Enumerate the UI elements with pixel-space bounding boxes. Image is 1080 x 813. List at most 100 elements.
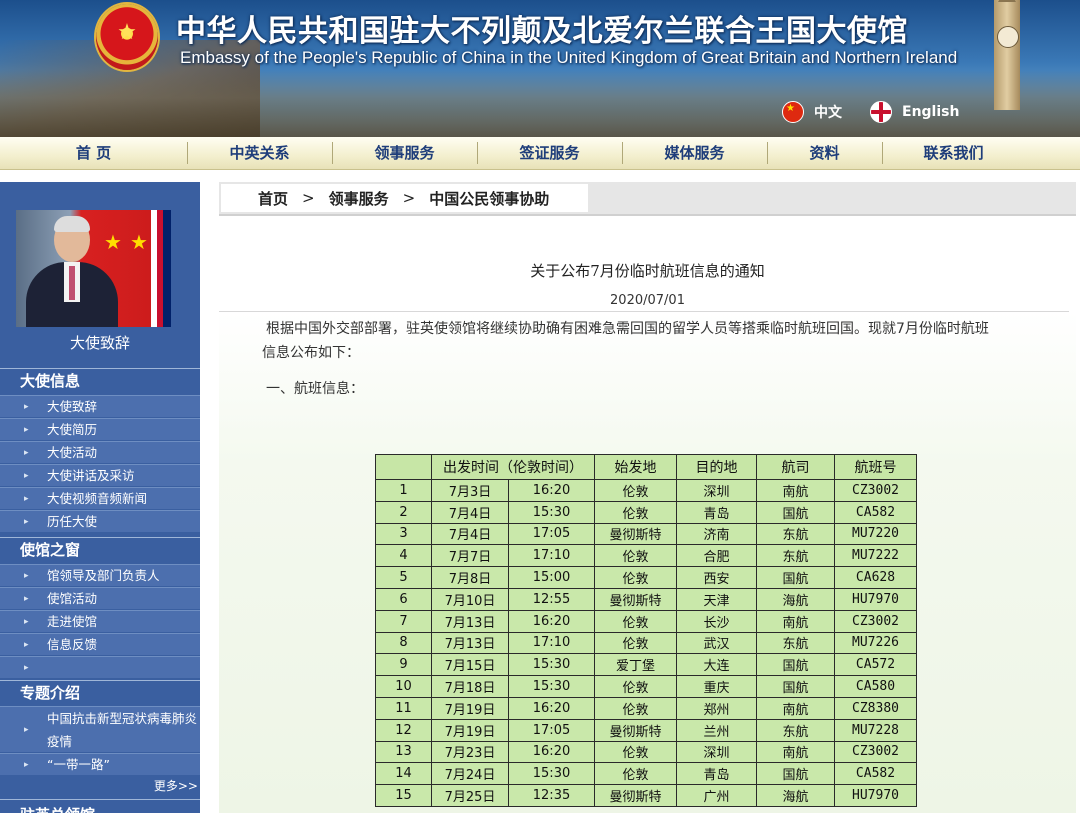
cell-origin: 伦敦	[594, 696, 677, 720]
cell-date: 7月3日	[431, 479, 509, 502]
sidebar-item-ambassador-media[interactable]: ▸ 大使视频音频新闻	[0, 487, 200, 509]
table-row: 15 7月25日 12:35 曼彻斯特 广州 海航 HU7970	[375, 784, 917, 807]
sidebar-section-embassy-window: 使馆之窗	[0, 537, 200, 561]
nav-consular-services[interactable]: 领事服务	[332, 137, 477, 169]
sidebar-item-label: 大使讲话及采访	[47, 468, 135, 483]
cell-date: 7月10日	[431, 587, 509, 611]
sidebar-item-covid[interactable]: ▸ 中国抗击新型冠状病毒肺炎疫情	[0, 706, 200, 752]
cell-destination: 兰州	[676, 718, 757, 742]
cell-origin: 伦敦	[594, 566, 677, 589]
cell-index: 6	[375, 587, 432, 611]
cell-destination: 大连	[676, 653, 757, 677]
arrow-right-icon: ▸	[24, 617, 29, 627]
cell-time: 17:10	[508, 544, 595, 568]
cell-date: 7月4日	[431, 522, 509, 546]
cell-index: 2	[375, 500, 432, 524]
sidebar-item-embassy-activities[interactable]: ▸ 使馆活动	[0, 587, 200, 609]
arrow-right-icon: ▸	[24, 425, 29, 435]
sidebar: ★ ★ 大使致辞 大使信息 ▸ 大使致辞 ▸ 大使简历 ▸ 大使活动 ▸ 大使讲话及采访…	[0, 182, 200, 813]
nav-china-uk-relations[interactable]: 中英关系	[187, 137, 332, 169]
cell-origin: 伦敦	[594, 500, 677, 524]
sidebar-item-label: 历任大使	[47, 514, 98, 529]
cell-index: 12	[375, 718, 432, 742]
lang-switch-cn[interactable]: 中文	[782, 101, 842, 123]
nav-media-services[interactable]: 媒体服务	[622, 137, 767, 169]
table-row: 4 7月7日 17:10 伦敦 合肥 东航 MU7222	[375, 544, 917, 568]
cell-index: 4	[375, 544, 432, 568]
sidebar-item-label: 大使视频音频新闻	[47, 491, 148, 506]
cell-destination: 青岛	[676, 500, 757, 524]
cell-airline: 南航	[756, 609, 835, 633]
flag-star-icon: ★	[130, 230, 148, 254]
nav-visa-services[interactable]: 签证服务	[477, 137, 622, 169]
cell-airline: 东航	[756, 522, 835, 546]
sidebar-item-ambassador-activities[interactable]: ▸ 大使活动	[0, 441, 200, 463]
table-row: 10 7月18日 15:30 伦敦 重庆 国航 CA580	[375, 675, 917, 698]
cell-flight-no: CA572	[834, 653, 917, 677]
cell-date: 7月13日	[431, 631, 509, 655]
sidebar-item-ambassador-speech[interactable]: ▸ 大使致辞	[0, 395, 200, 417]
cell-origin: 伦敦	[594, 479, 677, 502]
main-nav: 首 页 中英关系 领事服务 签证服务 媒体服务 资料 联系我们	[0, 137, 1080, 170]
arrow-right-icon: ▸	[24, 517, 29, 527]
cell-destination: 广州	[676, 784, 757, 807]
flight-table: 出发时间（伦敦时间） 始发地 目的地 航司 航班号 1 7月3日 16:20 伦敦 深圳…	[375, 454, 917, 807]
table-header-row: 出发时间（伦敦时间） 始发地 目的地 航司 航班号	[375, 454, 917, 480]
cell-date: 7月7日	[431, 544, 509, 568]
cell-destination: 重庆	[676, 675, 757, 698]
sidebar-item-belt-road[interactable]: ▸ “一带一路”	[0, 753, 200, 775]
table-row: 6 7月10日 12:55 曼彻斯特 天津 海航 HU7970	[375, 587, 917, 611]
cell-time: 15:30	[508, 675, 595, 698]
cell-flight-no: MU7226	[834, 631, 917, 655]
nav-resources[interactable]: 资料	[767, 137, 882, 169]
cell-airline: 国航	[756, 675, 835, 698]
sidebar-item-ambassador-bio[interactable]: ▸ 大使简历	[0, 418, 200, 440]
sidebar-item-former-ambassadors[interactable]: ▸ 历任大使	[0, 510, 200, 532]
nav-home[interactable]: 首 页	[0, 137, 187, 169]
cell-date: 7月24日	[431, 762, 509, 786]
site-title-en: Embassy of the People's Republic of Chin…	[180, 48, 958, 67]
breadcrumb-consular[interactable]: 领事服务	[329, 188, 389, 209]
breadcrumb-consular-assistance[interactable]: 中国公民领事协助	[429, 188, 549, 209]
sidebar-item-label: 大使活动	[47, 445, 98, 460]
arrow-right-icon: ▸	[24, 725, 29, 735]
section-heading-flights: 一、航班信息：	[266, 381, 364, 397]
sidebar-item-label: 大使致辞	[47, 399, 98, 414]
cell-time: 15:30	[508, 762, 595, 786]
cell-destination: 合肥	[676, 544, 757, 568]
table-row: 3 7月4日 17:05 曼彻斯特 济南 东航 MU7220	[375, 522, 917, 546]
sidebar-item-ambassador-interviews[interactable]: ▸ 大使讲话及采访	[0, 464, 200, 486]
article-date: 2020/07/01	[610, 293, 685, 308]
lang-switch-en[interactable]: English	[870, 101, 959, 123]
arrow-right-icon: ▸	[24, 471, 29, 481]
breadcrumb-home[interactable]: 首页	[258, 188, 288, 209]
more-link[interactable]: 更多>>	[154, 777, 198, 794]
cell-index: 15	[375, 784, 432, 807]
cell-index: 13	[375, 740, 432, 764]
sidebar-item-about-embassy[interactable]: ▸ 走进使馆	[0, 610, 200, 632]
cell-index: 10	[375, 675, 432, 698]
cell-index: 5	[375, 566, 432, 589]
ambassador-photo[interactable]: ★ ★	[16, 210, 171, 327]
cell-origin: 伦敦	[594, 631, 677, 655]
cell-date: 7月23日	[431, 740, 509, 764]
sidebar-item-empty[interactable]: ▸	[0, 656, 200, 678]
ambassador-caption[interactable]: 大使致辞	[0, 332, 200, 353]
uk-flag-icon	[151, 210, 171, 327]
cell-flight-no: HU7970	[834, 587, 917, 611]
china-flag-icon	[782, 101, 804, 123]
nav-contact-us[interactable]: 联系我们	[882, 137, 1025, 169]
arrow-right-icon: ▸	[24, 494, 29, 504]
chevron-right-icon: >	[302, 189, 315, 207]
big-ben-image	[994, 0, 1020, 110]
lang-cn-label: 中文	[814, 105, 842, 121]
title-divider	[219, 311, 1069, 312]
header-origin: 始发地	[594, 454, 677, 480]
photo-hair	[54, 216, 90, 232]
sidebar-item-feedback[interactable]: ▸ 信息反馈	[0, 633, 200, 655]
sidebar-item-embassy-leaders[interactable]: ▸ 馆领导及部门负责人	[0, 564, 200, 586]
cell-origin: 伦敦	[594, 675, 677, 698]
header-index	[375, 454, 432, 480]
sidebar-item-label: “一带一路”	[47, 757, 110, 772]
table-row: 11 7月19日 16:20 伦敦 郑州 南航 CZ8380	[375, 696, 917, 720]
